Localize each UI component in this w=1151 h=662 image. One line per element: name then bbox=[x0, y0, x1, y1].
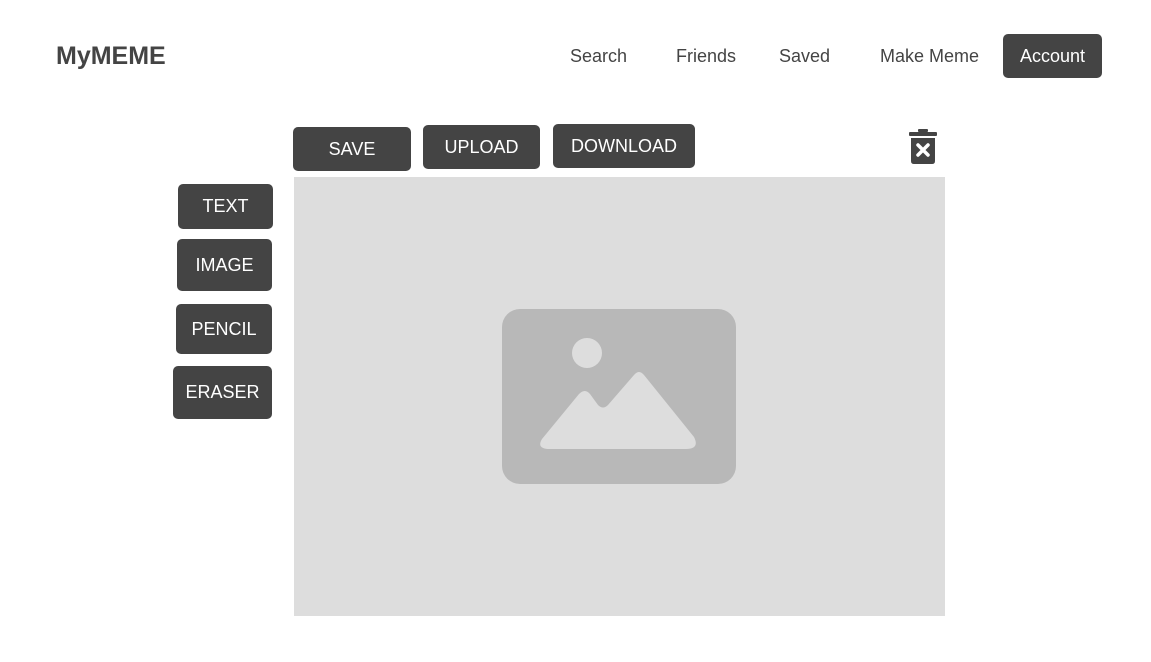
nav-search[interactable]: Search bbox=[570, 45, 627, 67]
image-tool-button[interactable]: IMAGE bbox=[177, 239, 272, 291]
image-placeholder-icon bbox=[502, 309, 736, 484]
logo[interactable]: MyMEME bbox=[56, 41, 166, 71]
pencil-tool-button[interactable]: PENCIL bbox=[176, 304, 272, 354]
text-tool-button[interactable]: TEXT bbox=[178, 184, 273, 229]
image-placeholder-svg bbox=[540, 338, 696, 449]
nav-make-meme[interactable]: Make Meme bbox=[880, 45, 979, 67]
account-button[interactable]: Account bbox=[1003, 34, 1102, 78]
download-button[interactable]: DOWNLOAD bbox=[553, 124, 695, 168]
eraser-tool-button[interactable]: ERASER bbox=[173, 366, 272, 419]
trash-x-icon[interactable] bbox=[908, 129, 938, 165]
upload-button[interactable]: UPLOAD bbox=[423, 125, 540, 169]
nav-saved[interactable]: Saved bbox=[779, 45, 830, 67]
nav-friends[interactable]: Friends bbox=[676, 45, 736, 67]
trash-x-icon-svg bbox=[909, 129, 937, 164]
save-button[interactable]: SAVE bbox=[293, 127, 411, 171]
meme-canvas[interactable] bbox=[294, 177, 945, 616]
